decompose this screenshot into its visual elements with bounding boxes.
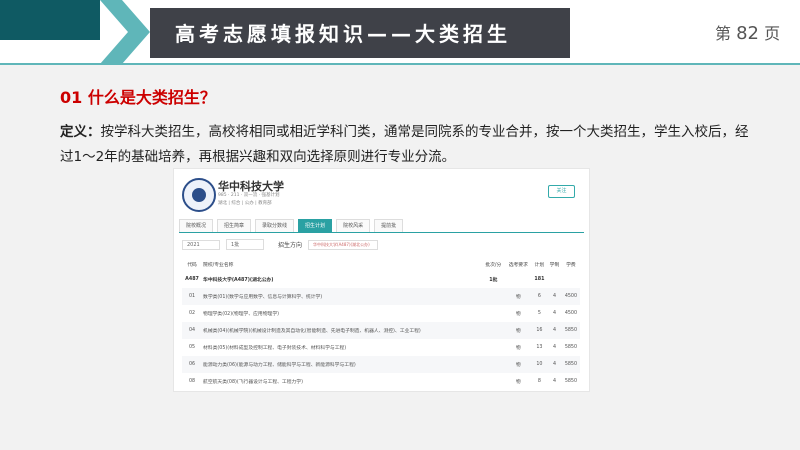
table-cell-plan: 16: [531, 322, 548, 339]
table-row[interactable]: 08 航空航天类(08)(飞行器设计与工程、工程力学) 物 8 4 5850: [182, 373, 580, 390]
page-prefix: 第: [715, 24, 732, 43]
definition-text: 按学科大类招生，高校将相同或相近学科门类，通常是同院系的专业合并，按一个大类招生…: [60, 124, 749, 165]
table-row[interactable]: 06 能源动力类(06)(能源与动力工程、储能科学与工程、新能源科学与工程) 物 10…: [182, 356, 580, 373]
table-cell-batch: [481, 356, 505, 373]
slide-header: 高考志愿填报知识——大类招生 第 82 页: [0, 0, 800, 65]
tab-1[interactable]: 招生简章: [217, 219, 252, 232]
table-cell-name: 数学类(01)(数学与应用数学、信息与计算科学、统计学): [202, 288, 482, 305]
table-cell-years: [547, 271, 562, 288]
enrollment-plan-table: 代码 院校/专业名称 批次/分 选考要求 计划 学制 学费 A487 华中科技大学(A487)…: [182, 257, 580, 390]
table-cell-req: 物: [515, 346, 521, 351]
follow-button[interactable]: 关注: [548, 185, 575, 198]
table-cell-years: 4: [552, 345, 556, 350]
table-cell-code: 01: [182, 288, 203, 305]
table-cell-years: 4: [552, 311, 556, 316]
section-heading: 01 什么是大类招生？: [60, 88, 216, 107]
table-cell-fee: 5850: [561, 322, 580, 339]
tab-2[interactable]: 录取分数线: [255, 219, 295, 232]
definition-label: 定义：: [60, 124, 101, 140]
table-cell-req: 物: [504, 322, 532, 339]
slide-title: 高考志愿填报知识——大类招生: [175, 22, 511, 46]
table-cell-code: 08: [188, 379, 196, 384]
university-logo: [182, 178, 216, 212]
table-cell-req: 物: [515, 312, 521, 317]
table-row[interactable]: 01 数学类(01)(数学与应用数学、信息与计算科学、统计学) 物 6 4 4500: [182, 288, 580, 305]
header-underline: [0, 63, 800, 65]
table-header-row: 代码 院校/专业名称 批次/分 选考要求 计划 学制 学费: [182, 257, 580, 271]
tab-4[interactable]: 院校风采: [336, 219, 371, 232]
column-header: 学费: [566, 262, 576, 268]
table-cell-plan: 10: [531, 356, 548, 373]
table-row[interactable]: 05 材料类(05)(材料成型及控制工程、电子封装技术、材料科学与工程) 物 13 4 5…: [182, 339, 580, 356]
filter-row: 2021 1批 招生方向 华中科技大学(A487)(湖北公办): [182, 239, 379, 250]
page-number-value: 82: [736, 23, 760, 44]
column-header: 学制: [549, 262, 560, 268]
university-tags: 985 · 211 · 双一流 · 强基计划: [218, 193, 280, 198]
batch-select[interactable]: 1批: [226, 239, 264, 250]
table-cell-fee: 5850: [564, 345, 578, 350]
table-cell-plan: 13: [536, 345, 543, 350]
table-cell-fee: [562, 271, 580, 288]
direction-select[interactable]: 华中科技大学(A487)(湖北公办): [308, 239, 379, 250]
university-location: 湖北 | 综合 | 公办 | 教育部: [218, 201, 272, 206]
table-cell-req: 物: [515, 380, 521, 385]
table-cell-years: 4: [547, 322, 562, 339]
header-decoration-bar: [0, 0, 100, 40]
table-cell-fee: 4500: [561, 288, 580, 305]
table-cell-years: 4: [552, 379, 556, 384]
table-row[interactable]: A487 华中科技大学(A487)(湖北公办) 1批 181: [182, 271, 580, 288]
table-cell-code: A487: [185, 277, 199, 282]
tab-3[interactable]: 招生计划: [298, 219, 333, 232]
column-header: 代码: [187, 262, 197, 268]
table-cell-name: 华中科技大学(A487)(湖北公办): [203, 278, 274, 283]
table-cell-batch: [482, 373, 505, 390]
table-row[interactable]: 02 物理学类(02)(物理学、应用物理学) 物 5 4 4500: [182, 305, 580, 322]
table-cell-batch: [481, 288, 505, 305]
direction-label: 招生方向: [278, 242, 303, 249]
table-cell-code: 06: [182, 356, 203, 373]
tab-bar: 院校概况 招生简章 录取分数线 招生计划 院校风采 提前批: [179, 219, 404, 232]
university-screenshot: 华中科技大学 985 · 211 · 双一流 · 强基计划 湖北 | 综合 | …: [173, 168, 590, 392]
table-cell-name: 航空航天类(08)(飞行器设计与工程、工程力学): [203, 380, 303, 385]
column-header: 批次/分: [485, 262, 502, 268]
table-cell-req: 物: [504, 288, 532, 305]
table-cell-batch: 1批: [489, 278, 498, 283]
table-cell-fee: 5850: [564, 379, 578, 384]
table-cell-name: 物理学类(02)(物理学、应用物理学): [203, 312, 279, 317]
column-header: 计划: [534, 262, 545, 268]
page-number: 第 82 页: [715, 20, 780, 44]
table-cell-code: 04: [182, 322, 203, 339]
table-row[interactable]: 04 机械类(04)(机械学院)(机械设计制造及其自动化(智能制造、先进电子制造、…: [182, 322, 580, 339]
table-cell-name: 能源动力类(06)(能源与动力工程、储能科学与工程、新能源科学与工程): [202, 356, 482, 373]
table-cell-fee: 4500: [564, 311, 578, 316]
table-cell-fee: 5850: [561, 356, 580, 373]
table-cell-plan: 5: [537, 311, 541, 316]
table-cell-name: 材料类(05)(材料成型及控制工程、电子封装技术、材料科学与工程): [203, 346, 347, 351]
table-cell-years: 4: [547, 356, 562, 373]
column-header: 院校/专业名称: [203, 262, 234, 268]
year-select[interactable]: 2021: [182, 239, 220, 250]
table-cell-req: 物: [504, 356, 532, 373]
table-cell-name: 机械类(04)(机械学院)(机械设计制造及其自动化(智能制造、先进电子制造、机器…: [202, 322, 482, 339]
table-cell-batch: [482, 339, 505, 356]
table-cell-code: 05: [188, 345, 196, 350]
page-suffix: 页: [764, 24, 781, 43]
table-cell-plan: 8: [537, 379, 541, 384]
tab-underline: [179, 232, 584, 233]
definition-paragraph: 定义：按学科大类招生，高校将相同或相近学科门类，通常是同院系的专业合并，按一个大…: [60, 120, 750, 170]
table-cell-plan: 6: [531, 288, 548, 305]
tab-0[interactable]: 院校概况: [179, 219, 214, 232]
table-cell-plan: 181: [534, 277, 545, 282]
table-cell-years: 4: [547, 288, 562, 305]
tab-5[interactable]: 提前批: [374, 219, 404, 232]
column-header: 选考要求: [508, 262, 528, 268]
table-cell-batch: [481, 322, 505, 339]
table-cell-batch: [482, 305, 505, 322]
table-cell-req: [505, 271, 532, 288]
table-cell-code: 02: [188, 311, 196, 316]
